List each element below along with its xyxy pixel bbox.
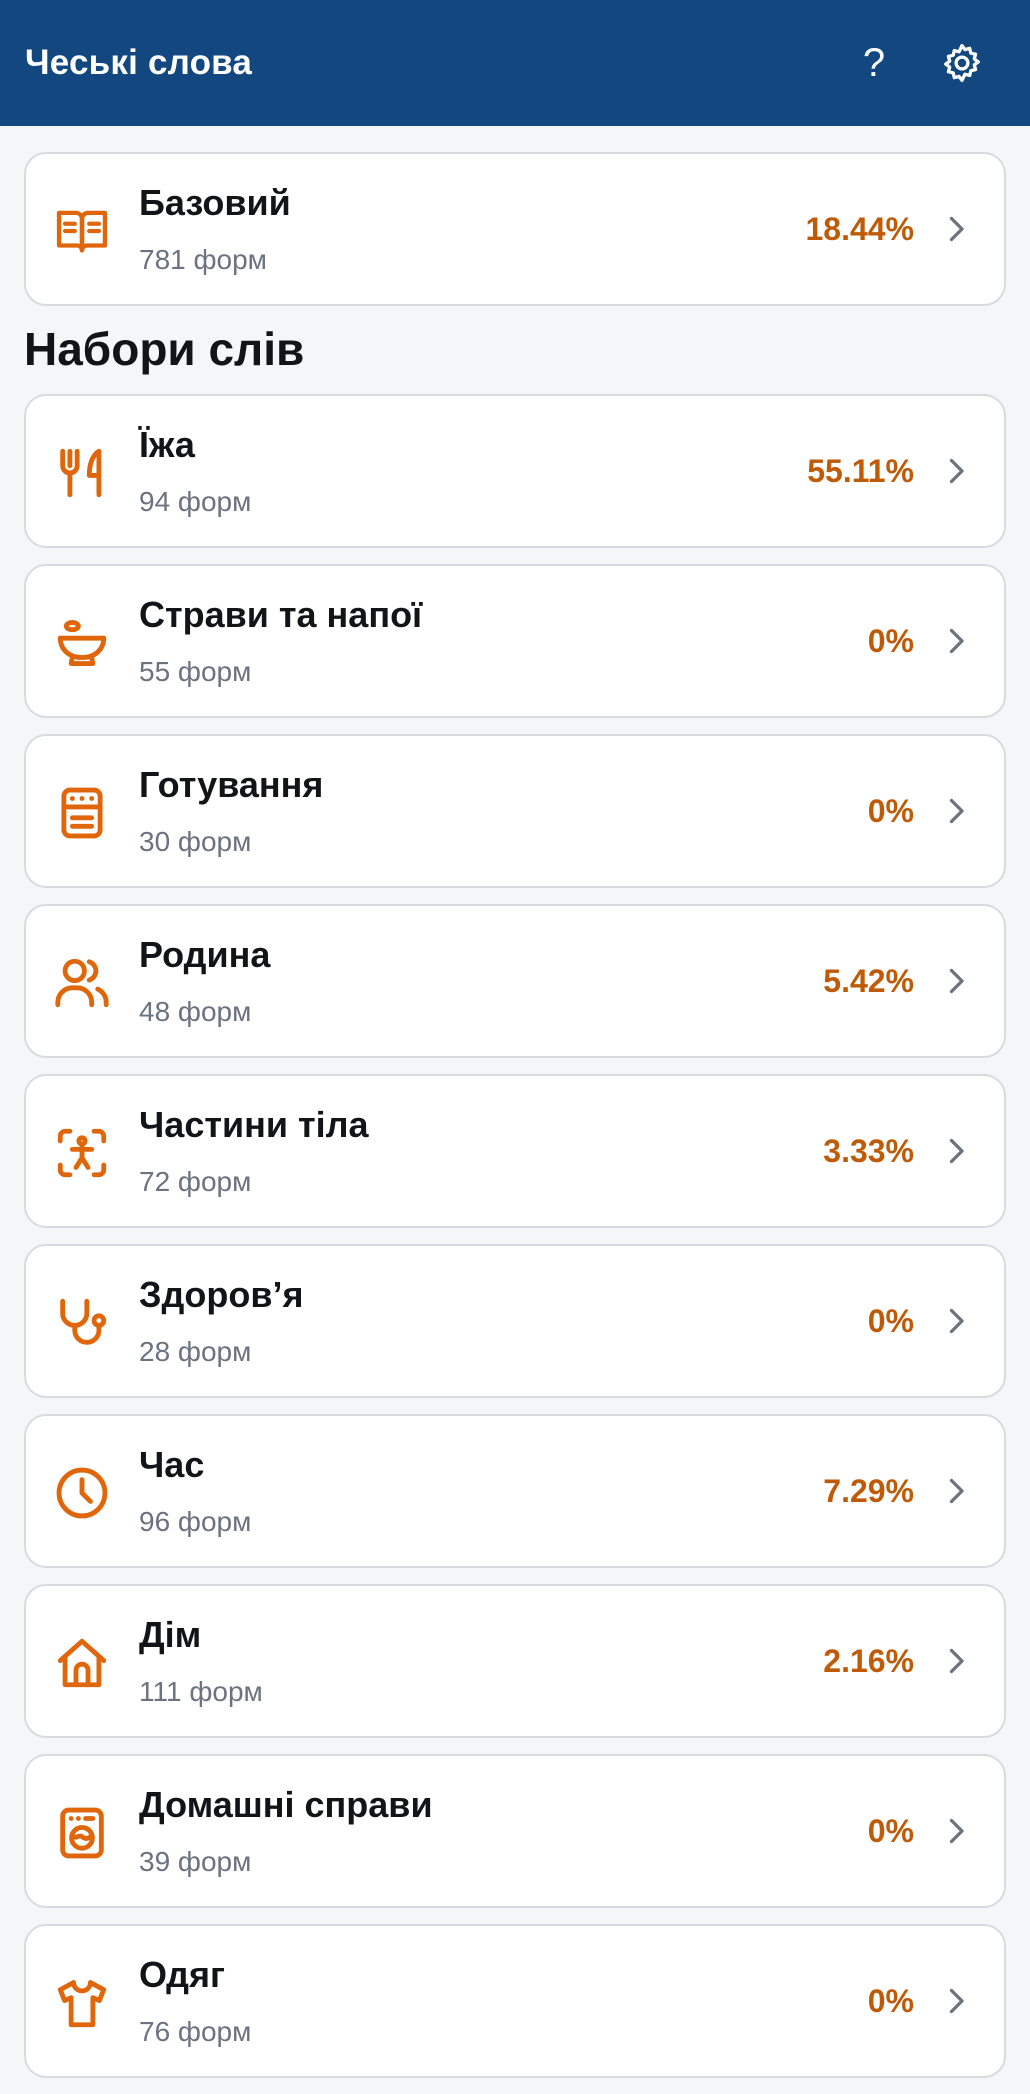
body-scan-icon	[52, 1123, 112, 1183]
set-card-household-chores[interactable]: Домашні справи 39 форм 0%	[24, 1754, 1006, 1908]
set-form-count: 72 форм	[139, 1166, 252, 1197]
set-progress-percent: 7.29%	[823, 1473, 914, 1509]
bowl-icon	[52, 613, 112, 673]
chevron-right-icon	[949, 1478, 964, 1504]
set-card-time[interactable]: Час 96 форм 7.29%	[24, 1414, 1006, 1568]
app-title: Чеські слова	[25, 43, 253, 82]
set-form-count: 55 форм	[139, 656, 252, 687]
set-card-health[interactable]: Здоров’я 28 форм 0%	[24, 1244, 1006, 1398]
set-title: Родина	[139, 934, 271, 975]
set-title: Частини тіла	[139, 1104, 369, 1145]
shirt-icon	[52, 1973, 112, 2033]
set-card-cooking[interactable]: Готування 30 форм 0%	[24, 734, 1006, 888]
set-title: Готування	[139, 764, 324, 805]
chevron-right-icon	[949, 1988, 964, 2014]
base-set-card[interactable]: Базовий 781 форм 18.44%	[24, 152, 1006, 306]
app-bar: Чеські слова ?	[0, 0, 1030, 126]
set-progress-percent: 5.42%	[823, 963, 914, 999]
help-icon: ?	[862, 41, 886, 85]
fork-knife-icon	[52, 443, 112, 503]
chevron-right-icon	[949, 216, 964, 242]
set-form-count: 76 форм	[139, 2016, 252, 2047]
stove-icon	[52, 783, 112, 843]
set-progress-percent: 0%	[867, 1303, 914, 1339]
section-title: Набори слів	[24, 323, 305, 375]
set-form-count: 96 форм	[139, 1506, 252, 1537]
gear-icon	[944, 43, 980, 83]
set-card-dishes[interactable]: Страви та напої 55 форм 0%	[24, 564, 1006, 718]
set-title: Час	[139, 1444, 205, 1485]
book-icon	[52, 201, 112, 261]
set-card-clothes[interactable]: Одяг 76 форм 0%	[24, 1924, 1006, 2078]
stethoscope-icon	[52, 1293, 112, 1353]
set-progress-percent: 0%	[867, 1983, 914, 2019]
set-form-count: 39 форм	[139, 1846, 252, 1877]
set-title: Одяг	[139, 1954, 225, 1995]
set-form-count: 30 форм	[139, 826, 252, 857]
set-progress-percent: 18.44%	[805, 211, 914, 247]
set-card-food[interactable]: Їжа 94 форм 55.11%	[24, 394, 1006, 548]
chevron-right-icon	[949, 1818, 964, 1844]
washing-machine-icon	[52, 1803, 112, 1863]
set-card-home[interactable]: Дім 111 форм 2.16%	[24, 1584, 1006, 1738]
set-title: Домашні справи	[139, 1784, 433, 1825]
set-card-body-parts[interactable]: Частини тіла 72 форм 3.33%	[24, 1074, 1006, 1228]
set-form-count: 94 форм	[139, 486, 252, 517]
set-title: Дім	[139, 1614, 202, 1655]
set-progress-percent: 0%	[867, 793, 914, 829]
clock-icon	[52, 1463, 112, 1523]
set-progress-percent: 0%	[867, 623, 914, 659]
settings-button[interactable]	[932, 33, 992, 93]
set-card-family[interactable]: Родина 48 форм 5.42%	[24, 904, 1006, 1058]
chevron-right-icon	[949, 1138, 964, 1164]
set-form-count: 781 форм	[139, 244, 267, 275]
help-button[interactable]: ?	[844, 33, 904, 93]
set-progress-percent: 55.11%	[807, 453, 914, 489]
set-progress-percent: 3.33%	[823, 1133, 914, 1169]
set-title: Здоров’я	[139, 1274, 304, 1315]
set-progress-percent: 2.16%	[823, 1643, 914, 1679]
main-content: Базовий 781 форм 18.44% Набори слів Їжа …	[24, 152, 1006, 2094]
set-title: Базовий	[139, 182, 291, 223]
house-icon	[52, 1633, 112, 1693]
chevron-right-icon	[949, 628, 964, 654]
chevron-right-icon	[949, 968, 964, 994]
set-form-count: 48 форм	[139, 996, 252, 1027]
chevron-right-icon	[949, 1648, 964, 1674]
users-icon	[52, 953, 112, 1013]
set-form-count: 111 форм	[139, 1676, 263, 1707]
set-form-count: 28 форм	[139, 1336, 252, 1367]
chevron-right-icon	[949, 798, 964, 824]
chevron-right-icon	[949, 1308, 964, 1334]
set-title: Страви та напої	[139, 594, 423, 635]
chevron-right-icon	[949, 458, 964, 484]
set-progress-percent: 0%	[867, 1813, 914, 1849]
set-title: Їжа	[139, 424, 195, 465]
